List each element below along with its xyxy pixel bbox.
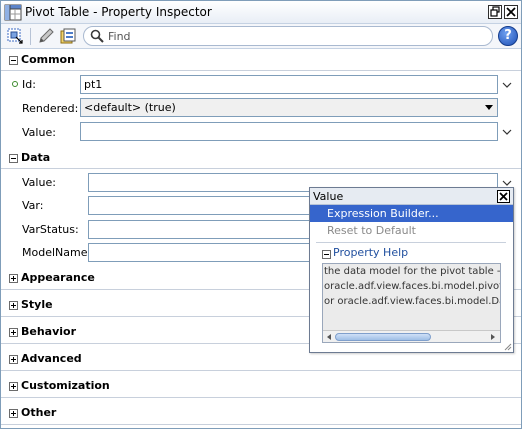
scroll-right-icon[interactable] <box>488 332 498 342</box>
required-indicator-icon <box>12 81 18 87</box>
section-divider <box>1 397 521 398</box>
title-bar: Pivot Table - Property Inspector <box>1 1 521 24</box>
menu-item-reset-to-default[interactable]: Reset to Default <box>310 222 513 239</box>
rendered-select[interactable]: <default> (true) <box>80 98 498 117</box>
help-line: or oracle.adf.view.faces.bi.model.Da <box>324 296 501 307</box>
section-divider <box>1 168 521 169</box>
collapse-icon[interactable] <box>322 250 331 259</box>
find-input[interactable] <box>108 28 478 44</box>
expand-icon[interactable] <box>9 301 18 310</box>
window-title: Pivot Table - Property Inspector <box>25 5 212 19</box>
section-title: Common <box>21 53 75 66</box>
section-title: Appearance <box>21 271 95 284</box>
popup-divider <box>316 242 506 243</box>
edit-pencil-icon[interactable] <box>37 27 55 45</box>
section-advanced[interactable]: Advanced <box>1 350 521 370</box>
restore-icon <box>490 6 500 17</box>
rendered-label: Rendered: <box>22 102 79 115</box>
var-field[interactable] <box>88 196 310 215</box>
help-button[interactable]: ? <box>498 26 518 46</box>
popup-close-button[interactable] <box>497 190 510 203</box>
toolbar: ? <box>1 24 521 49</box>
help-line: oracle.adf.view.faces.bi.model.pivotT <box>324 281 501 292</box>
select-in-editor-icon[interactable] <box>6 27 24 45</box>
modelname-field[interactable] <box>88 243 310 262</box>
common-value-field[interactable] <box>80 122 498 141</box>
section-title: Behavior <box>21 325 77 338</box>
help-line: the data model for the pivot table - ca <box>324 266 501 277</box>
property-help-title[interactable]: Property Help <box>333 246 408 259</box>
section-customization[interactable]: Customization <box>1 377 521 397</box>
menu-item-expression-builder[interactable]: Expression Builder... <box>310 205 513 222</box>
varstatus-label: VarStatus: <box>22 223 79 236</box>
expand-icon[interactable] <box>9 274 18 283</box>
section-divider <box>1 70 521 71</box>
section-title: Customization <box>21 379 110 392</box>
section-data[interactable]: Data <box>1 149 521 169</box>
collapse-icon[interactable] <box>9 154 18 163</box>
section-title: Advanced <box>21 352 82 365</box>
pivot-table-icon <box>4 4 22 21</box>
id-field[interactable]: pt1 <box>80 75 498 94</box>
section-title: Style <box>21 298 53 311</box>
section-title: Data <box>21 151 51 164</box>
section-other[interactable]: Other <box>1 404 521 424</box>
toolbar-separator <box>30 28 31 45</box>
chevron-down-icon[interactable] <box>502 127 512 137</box>
value-popup: Value Expression Builder... Reset to Def… <box>309 187 514 353</box>
modelname-label: ModelName: <box>22 246 92 259</box>
close-window-button[interactable] <box>504 5 518 19</box>
restore-button[interactable] <box>488 5 502 19</box>
dropdown-arrow-icon[interactable] <box>484 103 494 113</box>
search-icon <box>90 29 104 43</box>
id-label: Id: <box>22 78 36 91</box>
scroll-thumb[interactable] <box>335 333 431 341</box>
close-icon <box>499 192 508 201</box>
close-icon <box>506 7 516 17</box>
var-label: Var: <box>22 199 44 212</box>
popup-header: Value <box>310 188 513 205</box>
bind-to-data-icon[interactable] <box>59 27 77 45</box>
property-inspector-window: Pivot Table - Property Inspector Find ? … <box>0 0 522 429</box>
varstatus-field[interactable] <box>88 220 310 239</box>
collapse-icon[interactable] <box>9 56 18 65</box>
popup-title: Value <box>313 190 344 203</box>
section-divider <box>1 424 521 425</box>
expand-icon[interactable] <box>9 328 18 337</box>
common-value-label: Value: <box>22 126 56 139</box>
expand-icon[interactable] <box>9 355 18 364</box>
scroll-left-icon[interactable] <box>324 332 334 342</box>
horizontal-scrollbar[interactable] <box>323 330 500 342</box>
section-title: Other <box>21 406 57 419</box>
resize-grip-icon[interactable] <box>503 342 512 351</box>
expand-icon[interactable] <box>9 382 18 391</box>
section-common[interactable]: Common <box>1 51 521 71</box>
data-value-label: Value: <box>22 176 56 189</box>
section-divider <box>1 370 521 371</box>
expand-icon[interactable] <box>9 409 18 418</box>
chevron-down-icon[interactable] <box>502 80 512 90</box>
find-box <box>83 26 493 46</box>
property-help-text: the data model for the pivot table - ca … <box>322 263 501 343</box>
